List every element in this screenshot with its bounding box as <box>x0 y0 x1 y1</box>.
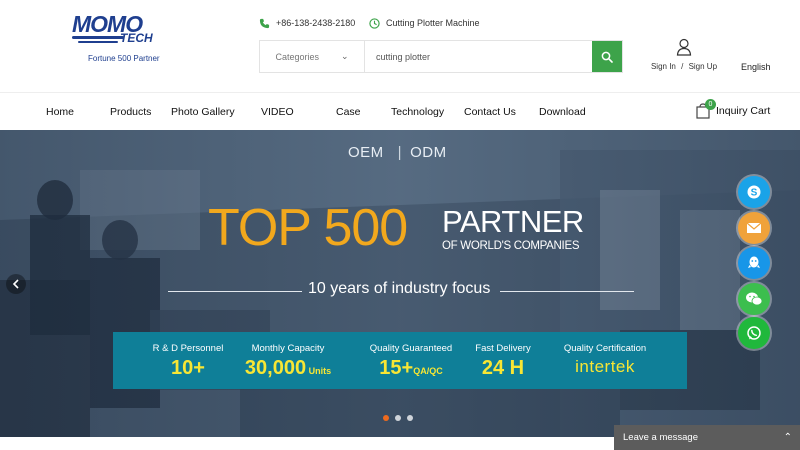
stat-label: R & D Personnel <box>152 343 224 354</box>
divider-line-right <box>500 291 634 292</box>
stat-item: Quality Certification intertek <box>555 332 655 389</box>
skype-icon: S <box>747 185 761 199</box>
stat-label: Fast Delivery <box>475 343 531 354</box>
stat-item: R & D Personnel 10+ <box>143 332 233 389</box>
user-icon[interactable] <box>676 38 692 56</box>
category-label: Categories <box>275 51 319 62</box>
sign-in-link[interactable]: Sign In <box>651 62 676 71</box>
skype-button[interactable]: S <box>738 176 770 208</box>
category-select[interactable]: Categories ⌄ <box>260 41 365 72</box>
inquiry-cart[interactable]: 0 Inquiry Cart <box>696 99 771 122</box>
logo-tagline: Fortune 500 Partner <box>88 54 160 63</box>
qq-icon <box>748 256 760 268</box>
email-icon <box>746 222 762 233</box>
slider-prev-arrow[interactable] <box>6 274 26 294</box>
phone-contact[interactable]: +86-138-2438-2180 <box>259 16 355 30</box>
odm-text: ODM <box>410 144 447 161</box>
language-selector[interactable]: English <box>741 62 771 72</box>
cart-icon: 0 <box>696 99 716 119</box>
chevron-down-icon: ⌄ <box>340 51 349 61</box>
slider-dot[interactable] <box>407 415 413 421</box>
nav-item-case[interactable]: Case <box>336 93 361 131</box>
qq-button[interactable] <box>738 247 770 279</box>
stat-number: 10+ <box>171 357 205 379</box>
account-area: Sign In / Sign Up <box>648 38 720 74</box>
nav-item-products[interactable]: Products <box>110 93 151 131</box>
stat-label: Quality Guaranteed <box>369 343 453 354</box>
cart-count-badge: 0 <box>705 99 716 110</box>
stat-value: 10+ <box>143 357 233 380</box>
oem-text: OEM <box>348 144 384 161</box>
whatsapp-button[interactable] <box>738 317 770 349</box>
slider-dot-active[interactable] <box>383 415 389 421</box>
stat-unit: QA/QC <box>413 366 443 376</box>
email-button[interactable] <box>738 212 770 244</box>
main-nav: Home Products Photo Gallery VIDEO Case T… <box>0 92 800 130</box>
slider-dots <box>383 415 413 421</box>
hero-banner: OEM | ODM TOP 500 PARTNER OF WORLD'S COMPA… <box>0 130 800 437</box>
chevron-up-icon: ⌃ <box>783 432 792 443</box>
svg-text:S: S <box>751 188 758 199</box>
search-bar: Categories ⌄ <box>259 40 623 73</box>
stat-number: 15+ <box>379 357 414 379</box>
stat-value: 24 H <box>481 357 525 379</box>
oem-odm-label: OEM | ODM <box>348 144 447 161</box>
account-links: Sign In / Sign Up <box>648 62 720 71</box>
nav-item-download[interactable]: Download <box>539 93 586 131</box>
phone-icon <box>259 18 270 28</box>
logo-brand-bottom: TECH <box>120 31 153 45</box>
nav-item-technology[interactable]: Technology <box>391 93 444 131</box>
product-contact[interactable]: Cutting Plotter Machine <box>369 16 480 30</box>
leave-message-label: Leave a message <box>623 432 698 443</box>
hero-headline: TOP 500 <box>208 199 408 257</box>
wechat-icon <box>746 292 763 306</box>
account-separator: / <box>681 62 684 71</box>
stat-label: Monthly Capacity <box>251 343 325 354</box>
stat-unit: Units <box>306 366 332 376</box>
leave-message-bar[interactable]: Leave a message ⌃ <box>614 425 800 450</box>
product-name: Cutting Plotter Machine <box>386 18 480 28</box>
stat-label: Quality Certification <box>563 343 647 354</box>
logo-swoosh <box>72 36 124 39</box>
stat-value: 15+QA/QC <box>356 357 466 380</box>
site-logo[interactable]: MOMO TECH Fortune 500 Partner <box>70 12 170 63</box>
site-header: MOMO TECH Fortune 500 Partner +86-138-24… <box>0 0 800 92</box>
stats-panel: R & D Personnel 10+ Monthly Capacity 30,… <box>113 332 687 389</box>
oem-separator: | <box>397 144 403 161</box>
hero-subheadline: OF WORLD'S COMPANIES <box>442 240 580 252</box>
hero-partner: PARTNER <box>442 204 584 239</box>
stat-value: 30,000 Units <box>238 357 338 380</box>
chevron-left-icon <box>12 279 19 289</box>
nav-item-home[interactable]: Home <box>46 93 74 131</box>
divider-line-left <box>168 291 302 292</box>
stat-item: Fast Delivery 24 H <box>458 332 548 389</box>
clock-icon <box>369 17 380 29</box>
stat-number: 30,000 <box>244 357 307 379</box>
phone-number: +86-138-2438-2180 <box>276 18 356 28</box>
nav-item-photo-gallery[interactable]: Photo Gallery <box>171 93 235 131</box>
search-icon <box>601 51 613 63</box>
nav-item-contact-us[interactable]: Contact Us <box>464 93 516 131</box>
stat-item: Monthly Capacity 30,000 Units <box>238 332 338 389</box>
cart-label: Inquiry Cart <box>716 105 771 117</box>
logo-swoosh-lower <box>78 41 118 43</box>
intertek-logo: intertek <box>575 357 635 376</box>
hero-tagline: 10 years of industry focus <box>308 280 491 297</box>
slider-dot[interactable] <box>395 415 401 421</box>
search-button[interactable] <box>592 41 622 72</box>
wechat-button[interactable] <box>738 283 770 315</box>
whatsapp-icon <box>747 326 761 340</box>
nav-item-video[interactable]: VIDEO <box>261 93 294 131</box>
stat-item: Quality Guaranteed 15+QA/QC <box>356 332 466 389</box>
sign-up-link[interactable]: Sign Up <box>689 62 717 71</box>
search-input[interactable] <box>365 41 592 72</box>
